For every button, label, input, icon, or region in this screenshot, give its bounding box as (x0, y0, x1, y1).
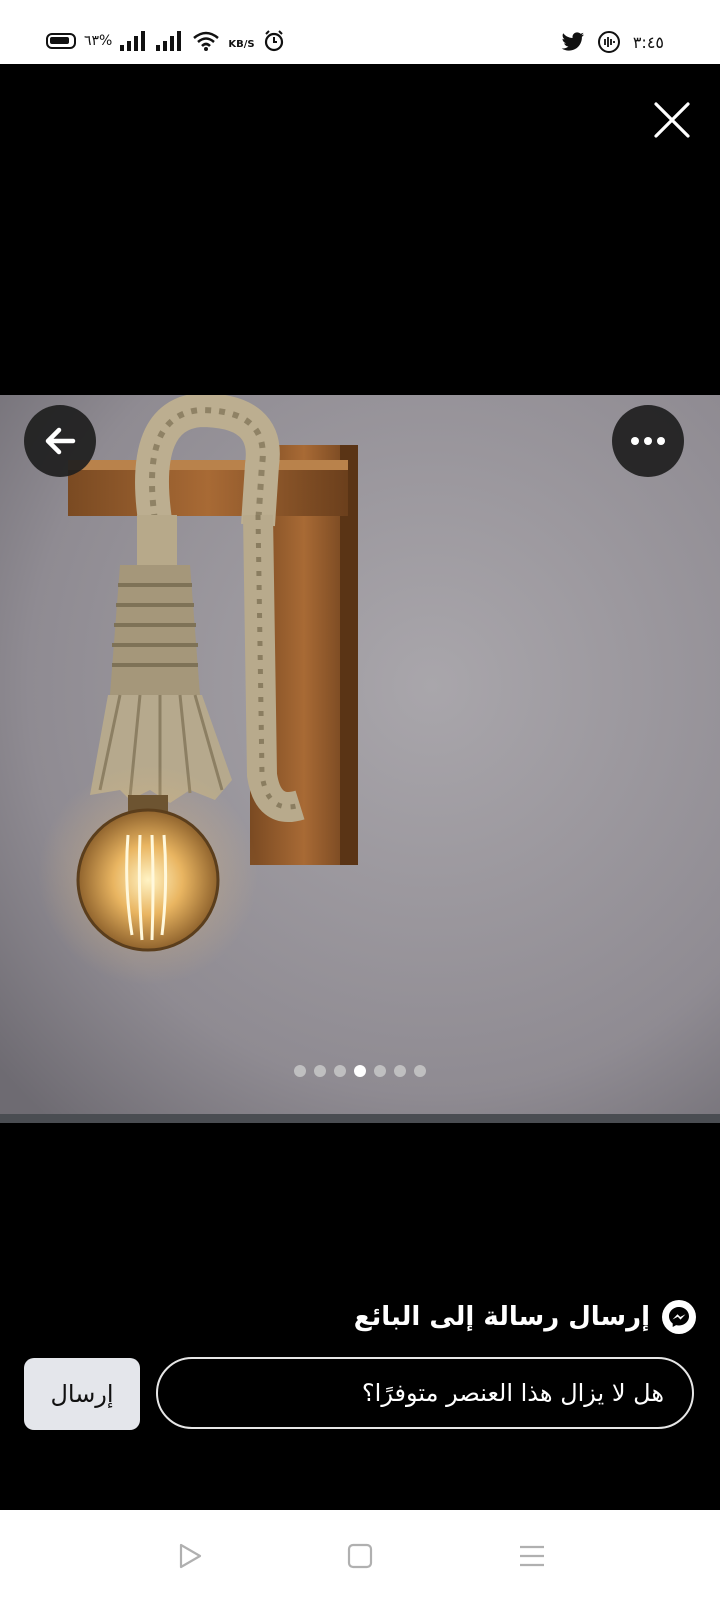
photo-bottom-bar (0, 1114, 720, 1123)
network-speed-unit: KB/S (228, 38, 255, 50)
pagination-dot[interactable] (294, 1065, 306, 1077)
battery-icon (46, 33, 76, 49)
menu-lines-icon[interactable] (518, 1542, 546, 1570)
status-bar: ٦٣% KB/S ٣:٤٥ (0, 0, 720, 64)
voice-recorder-icon (597, 31, 620, 53)
battery-percent: ٦٣% (84, 33, 113, 49)
navigation-bar (0, 1510, 720, 1600)
previous-photo-button[interactable] (24, 405, 96, 477)
pagination-dot[interactable] (314, 1065, 326, 1077)
more-options-button[interactable] (612, 405, 684, 477)
message-seller-header: إرسال رسالة إلى البائع (354, 1300, 696, 1334)
close-icon[interactable] (652, 100, 692, 140)
message-seller-title: إرسال رسالة إلى البائع (353, 1302, 650, 1332)
pagination-dot[interactable] (394, 1065, 406, 1077)
pagination-dot[interactable] (334, 1065, 346, 1077)
pagination-dot[interactable] (414, 1065, 426, 1077)
more-horizontal-icon (631, 437, 665, 445)
photo-pagination (0, 1065, 720, 1077)
alarm-icon (264, 30, 283, 52)
back-triangle-icon[interactable] (176, 1542, 204, 1570)
signal-icon (120, 31, 146, 51)
twitter-icon (561, 32, 584, 51)
status-left-group: ٦٣% KB/S (46, 30, 285, 52)
home-square-icon[interactable] (346, 1542, 374, 1570)
send-button[interactable]: إرسال (24, 1358, 140, 1430)
lamp-image (0, 395, 720, 1122)
signal-icon-2 (156, 31, 182, 51)
status-right-group: ٣:٤٥ (561, 30, 664, 54)
product-photo[interactable] (0, 395, 720, 1122)
pagination-dot[interactable] (354, 1065, 366, 1077)
arrow-left-icon (45, 427, 76, 455)
messenger-icon (662, 1300, 696, 1334)
clock: ٣:٤٥ (632, 32, 664, 52)
wifi-icon (193, 31, 220, 51)
message-input[interactable] (156, 1357, 694, 1429)
pagination-dot[interactable] (374, 1065, 386, 1077)
